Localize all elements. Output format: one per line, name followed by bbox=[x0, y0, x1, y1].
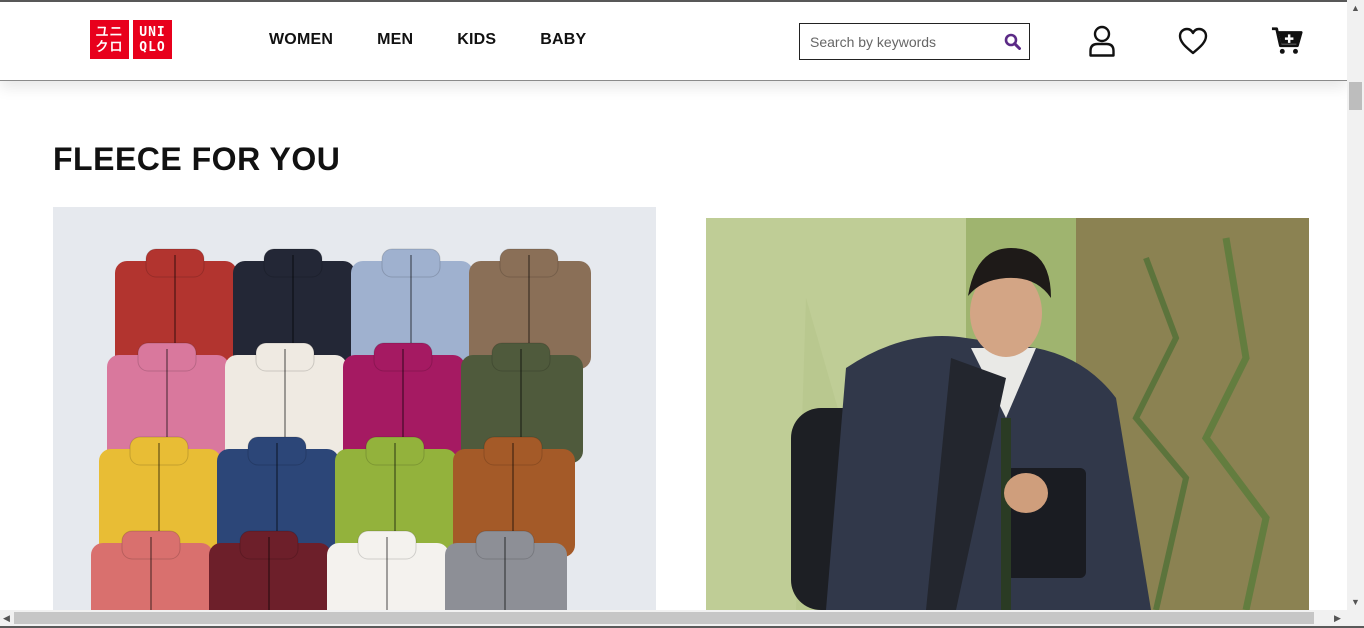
search-input[interactable] bbox=[800, 24, 995, 59]
account-button[interactable] bbox=[1086, 24, 1118, 58]
scroll-left-arrow-icon[interactable]: ◀ bbox=[3, 613, 10, 623]
scroll-up-arrow-icon[interactable]: ▲ bbox=[1351, 3, 1360, 13]
nav-baby[interactable]: BABY bbox=[540, 31, 586, 49]
scroll-right-arrow-icon[interactable]: ▶ bbox=[1334, 613, 1341, 623]
cart-icon bbox=[1271, 27, 1303, 54]
section-title: FLEECE FOR YOU bbox=[53, 141, 341, 177]
nav-women[interactable]: WOMEN bbox=[269, 31, 333, 49]
logo-latin-block: UNI QLO bbox=[133, 20, 172, 59]
wishlist-button[interactable] bbox=[1177, 24, 1209, 58]
search-box bbox=[799, 23, 1030, 60]
scroll-down-arrow-icon[interactable]: ▼ bbox=[1351, 597, 1360, 607]
nav-kids[interactable]: KIDS bbox=[457, 31, 496, 49]
uniqlo-logo[interactable]: ユニ クロ UNI QLO bbox=[90, 20, 172, 59]
horizontal-scroll-thumb[interactable] bbox=[14, 612, 1314, 624]
search-button[interactable] bbox=[995, 24, 1029, 59]
man-in-fleece-jacket-image[interactable] bbox=[706, 218, 1309, 610]
main-nav: WOMEN MEN KIDS BABY bbox=[269, 31, 630, 49]
cart-button[interactable] bbox=[1271, 24, 1303, 58]
search-icon bbox=[1004, 33, 1021, 50]
site-header: ユニ クロ UNI QLO WOMEN MEN KIDS BABY bbox=[0, 2, 1347, 81]
fleece-jackets-grid-image[interactable] bbox=[53, 207, 656, 610]
wishlist-heart-icon bbox=[1178, 27, 1208, 55]
logo-katakana-block: ユニ クロ bbox=[90, 20, 129, 59]
vertical-scroll-thumb[interactable] bbox=[1349, 82, 1362, 110]
account-icon bbox=[1089, 25, 1115, 57]
nav-men[interactable]: MEN bbox=[377, 31, 413, 49]
